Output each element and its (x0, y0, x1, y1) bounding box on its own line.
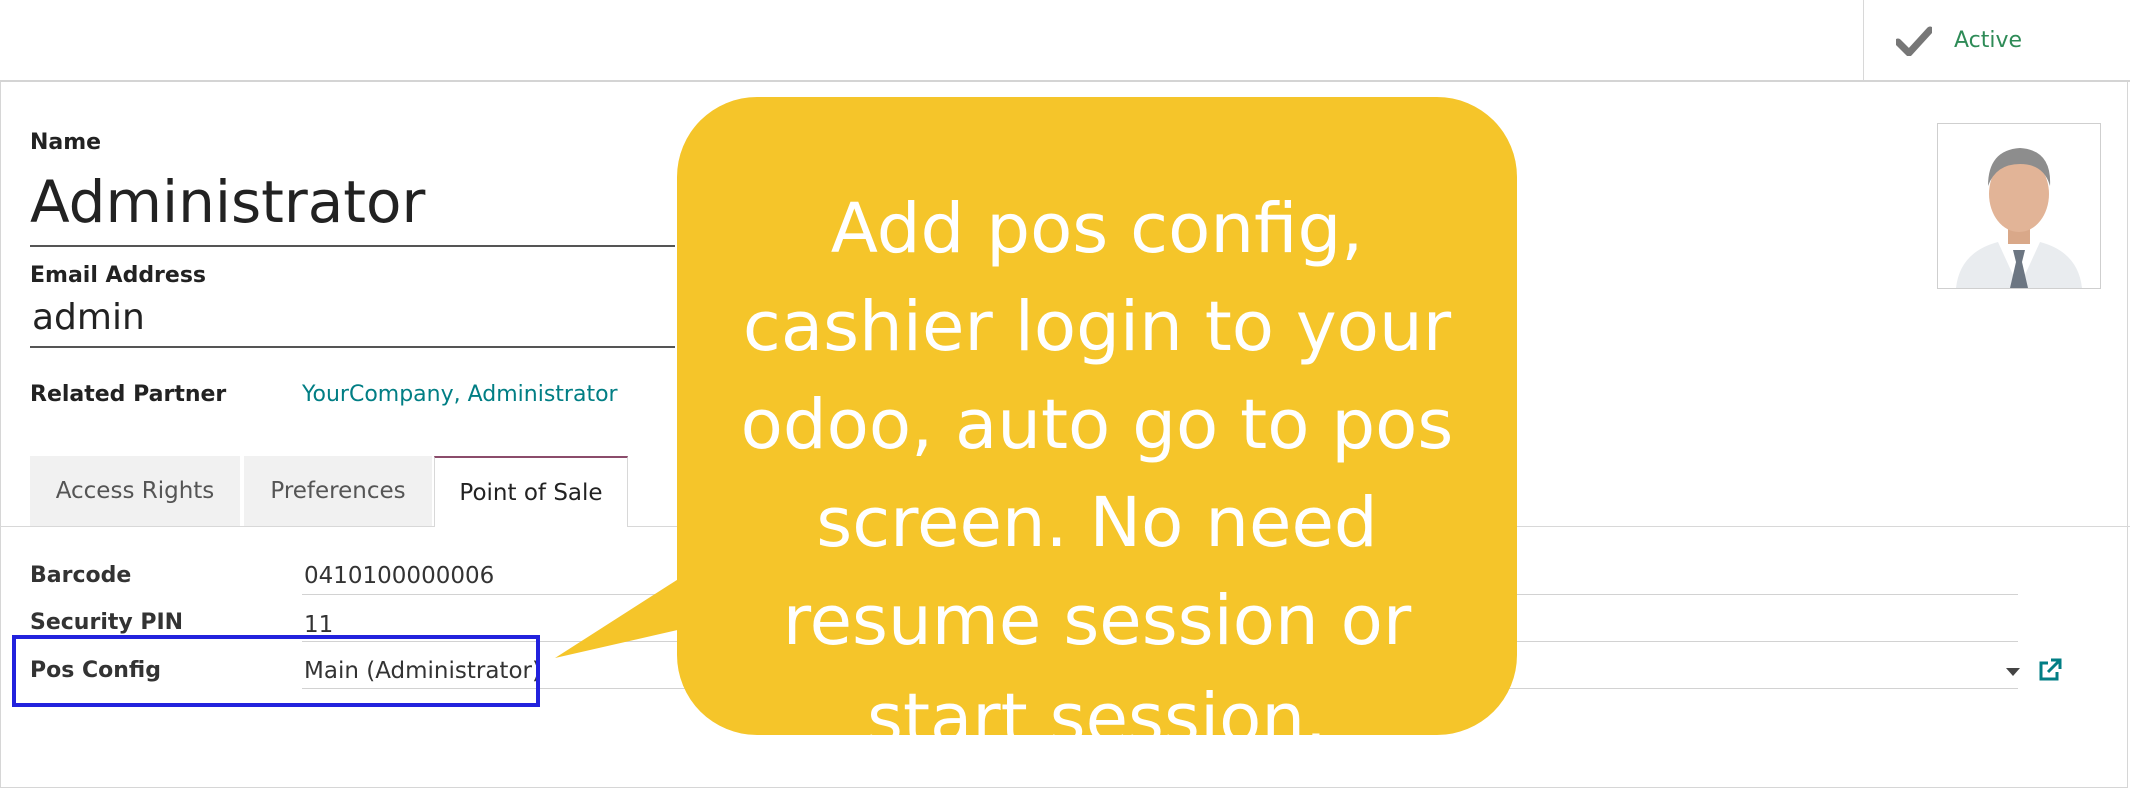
name-field[interactable]: Administrator (30, 168, 425, 236)
avatar-portrait-icon (1938, 124, 2100, 288)
name-underline (30, 245, 675, 247)
email-underline (30, 346, 675, 348)
callout-text: Add pos config, cashier login to your od… (740, 189, 1454, 759)
tab-point-of-sale[interactable]: Point of Sale (434, 456, 628, 527)
pos-config-highlight-box (12, 635, 540, 707)
check-icon (1896, 26, 1932, 56)
dropdown-caret-icon[interactable] (2006, 668, 2020, 676)
callout-pointer (555, 578, 695, 658)
external-link-icon[interactable] (2037, 657, 2063, 683)
active-toggle-button[interactable]: Active (1863, 0, 2130, 80)
barcode-field[interactable]: 0410100000006 (304, 563, 494, 589)
tab-preferences[interactable]: Preferences (244, 456, 432, 526)
name-label: Name (30, 130, 102, 155)
user-avatar[interactable] (1937, 123, 2101, 289)
related-partner-link[interactable]: YourCompany, Administrator (302, 382, 618, 407)
active-label: Active (1954, 28, 2023, 53)
related-partner-label: Related Partner (30, 382, 227, 407)
tab-access-rights[interactable]: Access Rights (30, 456, 240, 526)
security-pin-label: Security PIN (30, 610, 184, 635)
barcode-label: Barcode (30, 563, 132, 588)
form-statusbar: Active (0, 0, 2130, 82)
email-field[interactable]: admin (32, 297, 145, 338)
email-label: Email Address (30, 263, 207, 288)
